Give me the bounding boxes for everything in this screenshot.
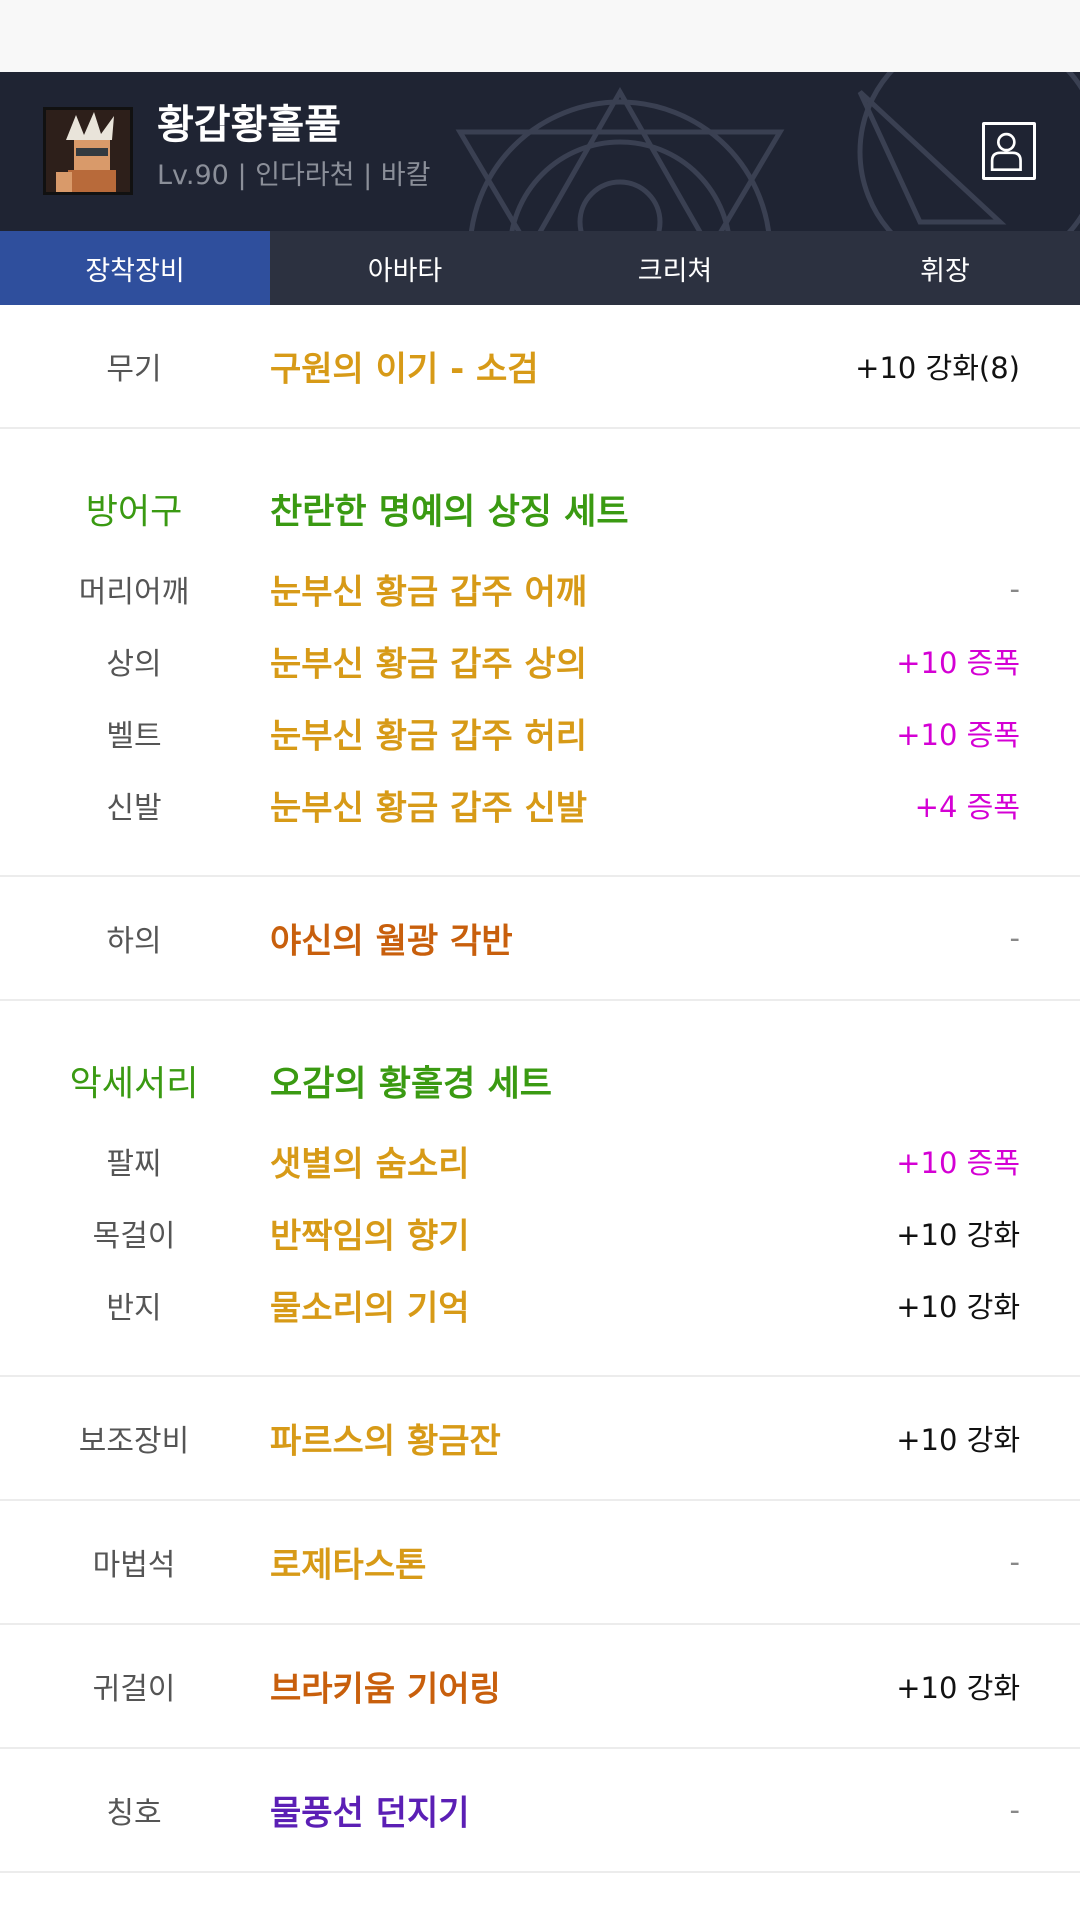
slot-label: 하의	[106, 924, 162, 959]
item-name: 눈부신 황금 갑주 어깨	[270, 572, 588, 613]
title-section: 칭호 물풍선 던지기 -	[0, 1749, 1080, 1873]
equipment-row-necklace[interactable]: 목걸이 반짝임의 향기 +10 강화	[0, 1197, 1080, 1269]
character-header: 황갑황홀풀 Lv.90 | 인다라천 | 바칼	[0, 72, 1080, 231]
item-name: 눈부신 황금 갑주 상의	[270, 644, 588, 685]
profile-button[interactable]	[982, 122, 1036, 180]
slot-label: 칭호	[106, 1796, 162, 1831]
equipment-row-pants[interactable]: 하의 야신의 월광 각반 -	[0, 877, 1080, 999]
equipment-row-earring[interactable]: 귀걸이 브라키움 기어링 +10 강화	[0, 1625, 1080, 1747]
slot-label: 상의	[106, 647, 162, 682]
item-upgrade: -	[1009, 921, 1020, 955]
magic-circle-pattern	[455, 72, 1080, 231]
item-name: 눈부신 황금 갑주 허리	[270, 716, 588, 757]
slot-label: 팔찌	[106, 1147, 162, 1182]
item-name: 물소리의 기억	[270, 1288, 470, 1329]
armor-section: 방어구 찬란한 명예의 상징 세트 머리어깨 눈부신 황금 갑주 어깨 - 상의…	[0, 429, 1080, 877]
equipment-row-bracelet[interactable]: 팔찌 샛별의 숨소리 +10 증폭	[0, 1125, 1080, 1197]
item-name: 물풍선 던지기	[270, 1793, 470, 1834]
item-upgrade: +10 증폭	[896, 1146, 1020, 1180]
slot-label: 귀걸이	[92, 1672, 176, 1707]
item-name: 파르스의 황금잔	[270, 1421, 501, 1462]
item-upgrade: -	[1009, 572, 1020, 606]
item-name: 반짝임의 향기	[270, 1216, 470, 1257]
equipment-row-title[interactable]: 칭호 물풍선 던지기 -	[0, 1749, 1080, 1871]
pants-section: 하의 야신의 월광 각반 -	[0, 877, 1080, 1001]
slot-label: 머리어깨	[78, 575, 190, 610]
item-upgrade: +10 증폭	[896, 718, 1020, 752]
character-avatar[interactable]	[43, 107, 133, 195]
equipment-row-top[interactable]: 상의 눈부신 황금 갑주 상의 +10 증폭	[0, 625, 1080, 697]
accessory-set-row[interactable]: 악세서리 오감의 황홀경 세트	[0, 1037, 1080, 1125]
equipment-row-shoulder[interactable]: 머리어깨 눈부신 황금 갑주 어깨 -	[0, 553, 1080, 625]
item-name: 눈부신 황금 갑주 신발	[270, 788, 588, 829]
category-label: 방어구	[85, 492, 183, 533]
armor-set-row[interactable]: 방어구 찬란한 명예의 상징 세트	[0, 465, 1080, 553]
item-upgrade: +10 증폭	[896, 646, 1020, 680]
slot-label: 목걸이	[92, 1219, 176, 1254]
item-upgrade: +10 강화	[896, 1290, 1020, 1324]
equipment-row-belt[interactable]: 벨트 눈부신 황금 갑주 허리 +10 증폭	[0, 697, 1080, 769]
equipment-row-sub[interactable]: 보조장비 파르스의 황금잔 +10 강화	[0, 1377, 1080, 1499]
slot-label: 반지	[106, 1291, 162, 1326]
item-name: 구원의 이기 - 소검	[270, 349, 539, 390]
item-name: 로제타스톤	[270, 1545, 427, 1586]
set-name: 찬란한 명예의 상징 세트	[270, 492, 629, 533]
slot-label: 보조장비	[78, 1424, 190, 1459]
item-upgrade: +10 강화(8)	[855, 351, 1020, 385]
tab-equipment[interactable]: 장착장비	[0, 231, 270, 305]
slot-label: 무기	[106, 352, 162, 387]
equipment-row-magicstone[interactable]: 마법석 로제타스톤 -	[0, 1501, 1080, 1623]
item-upgrade: +4 증폭	[914, 790, 1020, 824]
equipment-row-ring[interactable]: 반지 물소리의 기억 +10 강화	[0, 1269, 1080, 1341]
item-upgrade: +10 강화	[896, 1423, 1020, 1457]
set-name: 오감의 황홀경 세트	[270, 1064, 552, 1105]
character-info: Lv.90 | 인다라천 | 바칼	[157, 160, 431, 191]
slot-label: 마법석	[92, 1548, 176, 1583]
magicstone-section: 마법석 로제타스톤 -	[0, 1501, 1080, 1625]
sub-equipment-section: 보조장비 파르스의 황금잔 +10 강화	[0, 1377, 1080, 1501]
tab-emblem[interactable]: 휘장	[810, 231, 1080, 305]
category-label: 악세서리	[69, 1064, 199, 1105]
equipment-list: 무기 구원의 이기 - 소검 +10 강화(8) 방어구 찬란한 명예의 상징 …	[0, 305, 1080, 1873]
slot-label: 벨트	[106, 719, 162, 754]
item-name: 샛별의 숨소리	[270, 1144, 470, 1185]
person-icon	[990, 132, 1022, 171]
slot-label: 신발	[106, 791, 162, 826]
item-name: 브라키움 기어링	[270, 1669, 501, 1710]
item-upgrade: -	[1009, 1793, 1020, 1827]
earring-section: 귀걸이 브라키움 기어링 +10 강화	[0, 1625, 1080, 1749]
accessory-section: 악세서리 오감의 황홀경 세트 팔찌 샛별의 숨소리 +10 증폭 목걸이 반짝…	[0, 1001, 1080, 1377]
item-upgrade: -	[1009, 1545, 1020, 1579]
equipment-row-shoes[interactable]: 신발 눈부신 황금 갑주 신발 +4 증폭	[0, 769, 1080, 841]
tab-creature[interactable]: 크리쳐	[540, 231, 810, 305]
equipment-row-weapon[interactable]: 무기 구원의 이기 - 소검 +10 강화(8)	[0, 305, 1080, 427]
character-name: 황갑황홀풀	[157, 102, 341, 148]
weapon-section: 무기 구원의 이기 - 소검 +10 강화(8)	[0, 305, 1080, 429]
status-bar	[0, 0, 1080, 72]
tab-avatar[interactable]: 아바타	[270, 231, 540, 305]
item-upgrade: +10 강화	[896, 1671, 1020, 1705]
item-upgrade: +10 강화	[896, 1218, 1020, 1252]
item-name: 야신의 월광 각반	[270, 921, 513, 962]
tab-bar: 장착장비 아바타 크리쳐 휘장	[0, 231, 1080, 305]
